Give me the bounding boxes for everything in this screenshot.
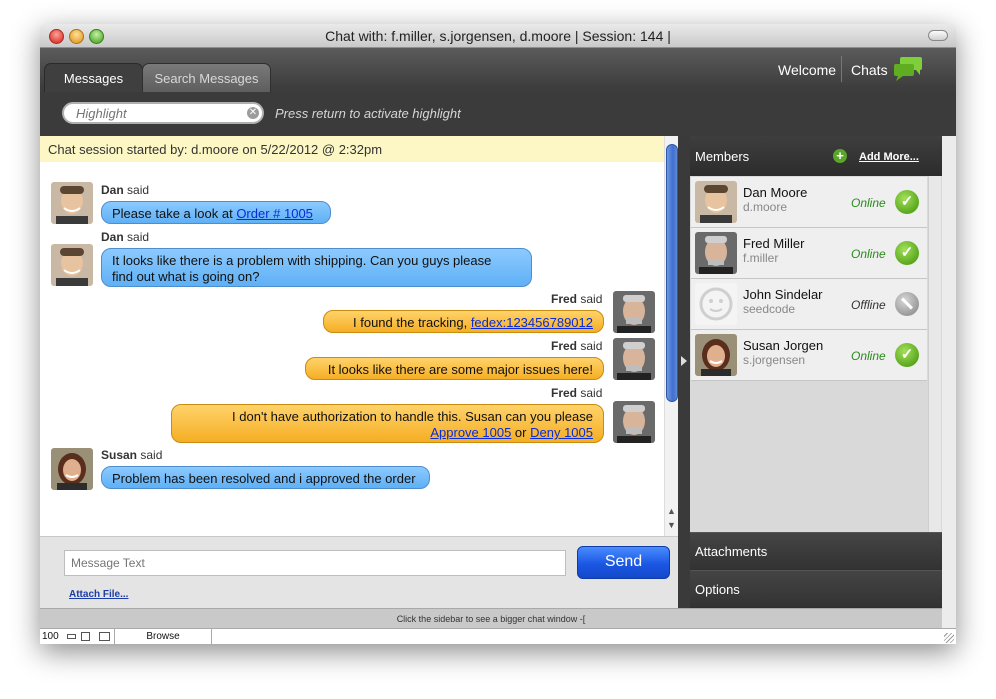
avatar-susan bbox=[695, 334, 737, 376]
message-author: Fred said bbox=[551, 386, 603, 400]
message-bubble: Please take a look at Order # 1005 bbox=[101, 201, 331, 224]
member-row[interactable]: Dan Moore d.moore Online ✓ bbox=[691, 177, 927, 228]
tab-messages[interactable]: Messages bbox=[44, 63, 143, 93]
tab-search-messages[interactable]: Search Messages bbox=[142, 63, 271, 93]
member-row[interactable]: Susan Jorgen s.jorgensen Online ✓ bbox=[691, 330, 927, 381]
message-bubble: It looks like there is a problem with sh… bbox=[101, 248, 532, 287]
members-list: Dan Moore d.moore Online ✓ Fred Miller f… bbox=[690, 176, 942, 532]
tracking-link[interactable]: fedex:123456789012 bbox=[471, 315, 593, 330]
plus-circle-icon[interactable]: + bbox=[833, 149, 847, 163]
scroll-down-arrow-icon[interactable]: ▼ bbox=[667, 520, 676, 530]
message-author: Dan said bbox=[101, 230, 150, 244]
toolbar-toggle-button[interactable] bbox=[928, 30, 948, 41]
mode-indicator[interactable]: Browse bbox=[114, 629, 212, 644]
chats-link[interactable]: Chats bbox=[851, 62, 888, 78]
session-info: Chat session started by: d.moore on 5/22… bbox=[40, 136, 666, 162]
resize-grip-icon[interactable] bbox=[944, 633, 954, 643]
message-bubble: I found the tracking, fedex:123456789012 bbox=[323, 310, 604, 333]
avatar-dan bbox=[51, 244, 93, 286]
title-bar: Chat with: f.miller, s.jorgensen, d.moor… bbox=[40, 24, 956, 48]
zoom-level[interactable]: 100 bbox=[42, 631, 59, 642]
message-bubble: Problem has been resolved and i approved… bbox=[101, 466, 430, 489]
order-link[interactable]: Order # 1005 bbox=[236, 206, 313, 221]
member-username: seedcode bbox=[743, 302, 796, 316]
scroll-up-arrow-icon[interactable]: ▲ bbox=[667, 506, 676, 516]
chat-transcript: Chat session started by: d.moore on 5/22… bbox=[40, 136, 678, 536]
approve-link[interactable]: Approve 1005 bbox=[430, 425, 511, 440]
status-bar: 100 Browse bbox=[40, 628, 956, 644]
avatar-fred bbox=[613, 338, 655, 380]
member-name: Susan Jorgen bbox=[743, 338, 824, 353]
default-avatar-icon bbox=[695, 283, 737, 325]
toggle-status-area-icon[interactable] bbox=[99, 632, 110, 641]
clear-x-icon[interactable]: ✕ bbox=[247, 107, 259, 119]
message-author: Dan said bbox=[101, 183, 150, 197]
avatar-susan bbox=[51, 448, 93, 490]
composer: Send Attach File... bbox=[40, 536, 678, 609]
expand-arrow-icon bbox=[681, 356, 687, 366]
attach-file-link[interactable]: Attach File... bbox=[69, 589, 128, 600]
chat-window: Chat with: f.miller, s.jorgensen, d.moor… bbox=[40, 24, 956, 644]
zoom-in-icon[interactable] bbox=[81, 632, 90, 641]
zoom-out-icon[interactable] bbox=[67, 634, 76, 639]
member-name: Dan Moore bbox=[743, 185, 808, 200]
chat-bubbles-icon[interactable] bbox=[892, 56, 924, 82]
member-row[interactable]: Fred Miller f.miller Online ✓ bbox=[691, 228, 927, 279]
member-status: Online bbox=[851, 349, 886, 363]
blocked-icon bbox=[895, 292, 919, 316]
members-scrollbar[interactable] bbox=[928, 176, 941, 532]
member-status: Online bbox=[851, 247, 886, 261]
checkmark-icon: ✓ bbox=[895, 241, 919, 265]
members-title: Members bbox=[695, 149, 750, 164]
highlight-input[interactable] bbox=[62, 102, 264, 124]
message-author: Fred said bbox=[551, 292, 603, 306]
members-sidebar: Members + Add More... Dan Moore d.moore … bbox=[690, 136, 942, 608]
window-title: Chat with: f.miller, s.jorgensen, d.moor… bbox=[325, 28, 671, 44]
avatar-fred bbox=[613, 291, 655, 333]
message-author: Susan said bbox=[101, 448, 163, 462]
member-status: Offline bbox=[851, 298, 886, 312]
members-header: Members + Add More... bbox=[690, 136, 942, 176]
avatar-dan bbox=[51, 182, 93, 224]
avatar-fred bbox=[695, 232, 737, 274]
header: Messages Search Messages Welcome Chats ✕… bbox=[40, 48, 956, 136]
send-button[interactable]: Send bbox=[577, 546, 670, 579]
member-username: s.jorgensen bbox=[743, 353, 806, 367]
attachments-section[interactable]: Attachments bbox=[690, 532, 942, 569]
highlight-bar: ✕ Press return to activate highlight bbox=[40, 92, 956, 136]
member-username: f.miller bbox=[743, 251, 779, 265]
header-separator bbox=[841, 56, 842, 82]
member-username: d.moore bbox=[743, 200, 788, 214]
highlight-hint: Press return to activate highlight bbox=[275, 106, 461, 121]
member-name: Fred Miller bbox=[743, 236, 805, 251]
message-bubble: It looks like there are some major issue… bbox=[305, 357, 604, 380]
deny-link[interactable]: Deny 1005 bbox=[530, 425, 593, 440]
avatar-dan bbox=[695, 181, 737, 223]
message-author: Fred said bbox=[551, 339, 603, 353]
avatar-fred bbox=[613, 401, 655, 443]
options-section[interactable]: Options bbox=[690, 570, 942, 607]
add-more-link[interactable]: Add More... bbox=[859, 151, 919, 163]
checkmark-icon: ✓ bbox=[895, 190, 919, 214]
member-row[interactable]: John Sindelar seedcode Offline bbox=[691, 279, 927, 330]
member-status: Online bbox=[851, 196, 886, 210]
message-bubble: I don't have authorization to handle thi… bbox=[171, 404, 604, 443]
member-name: John Sindelar bbox=[743, 287, 823, 302]
chat-scrollbar[interactable]: ▲ ▼ bbox=[664, 136, 678, 536]
welcome-link[interactable]: Welcome bbox=[778, 62, 836, 78]
footer-hint: Click the sidebar to see a bigger chat w… bbox=[40, 608, 942, 629]
sidebar-toggle-handle[interactable] bbox=[678, 136, 690, 608]
chat-scroll-thumb[interactable] bbox=[666, 144, 678, 402]
checkmark-icon: ✓ bbox=[895, 343, 919, 367]
message-input[interactable] bbox=[64, 550, 566, 576]
